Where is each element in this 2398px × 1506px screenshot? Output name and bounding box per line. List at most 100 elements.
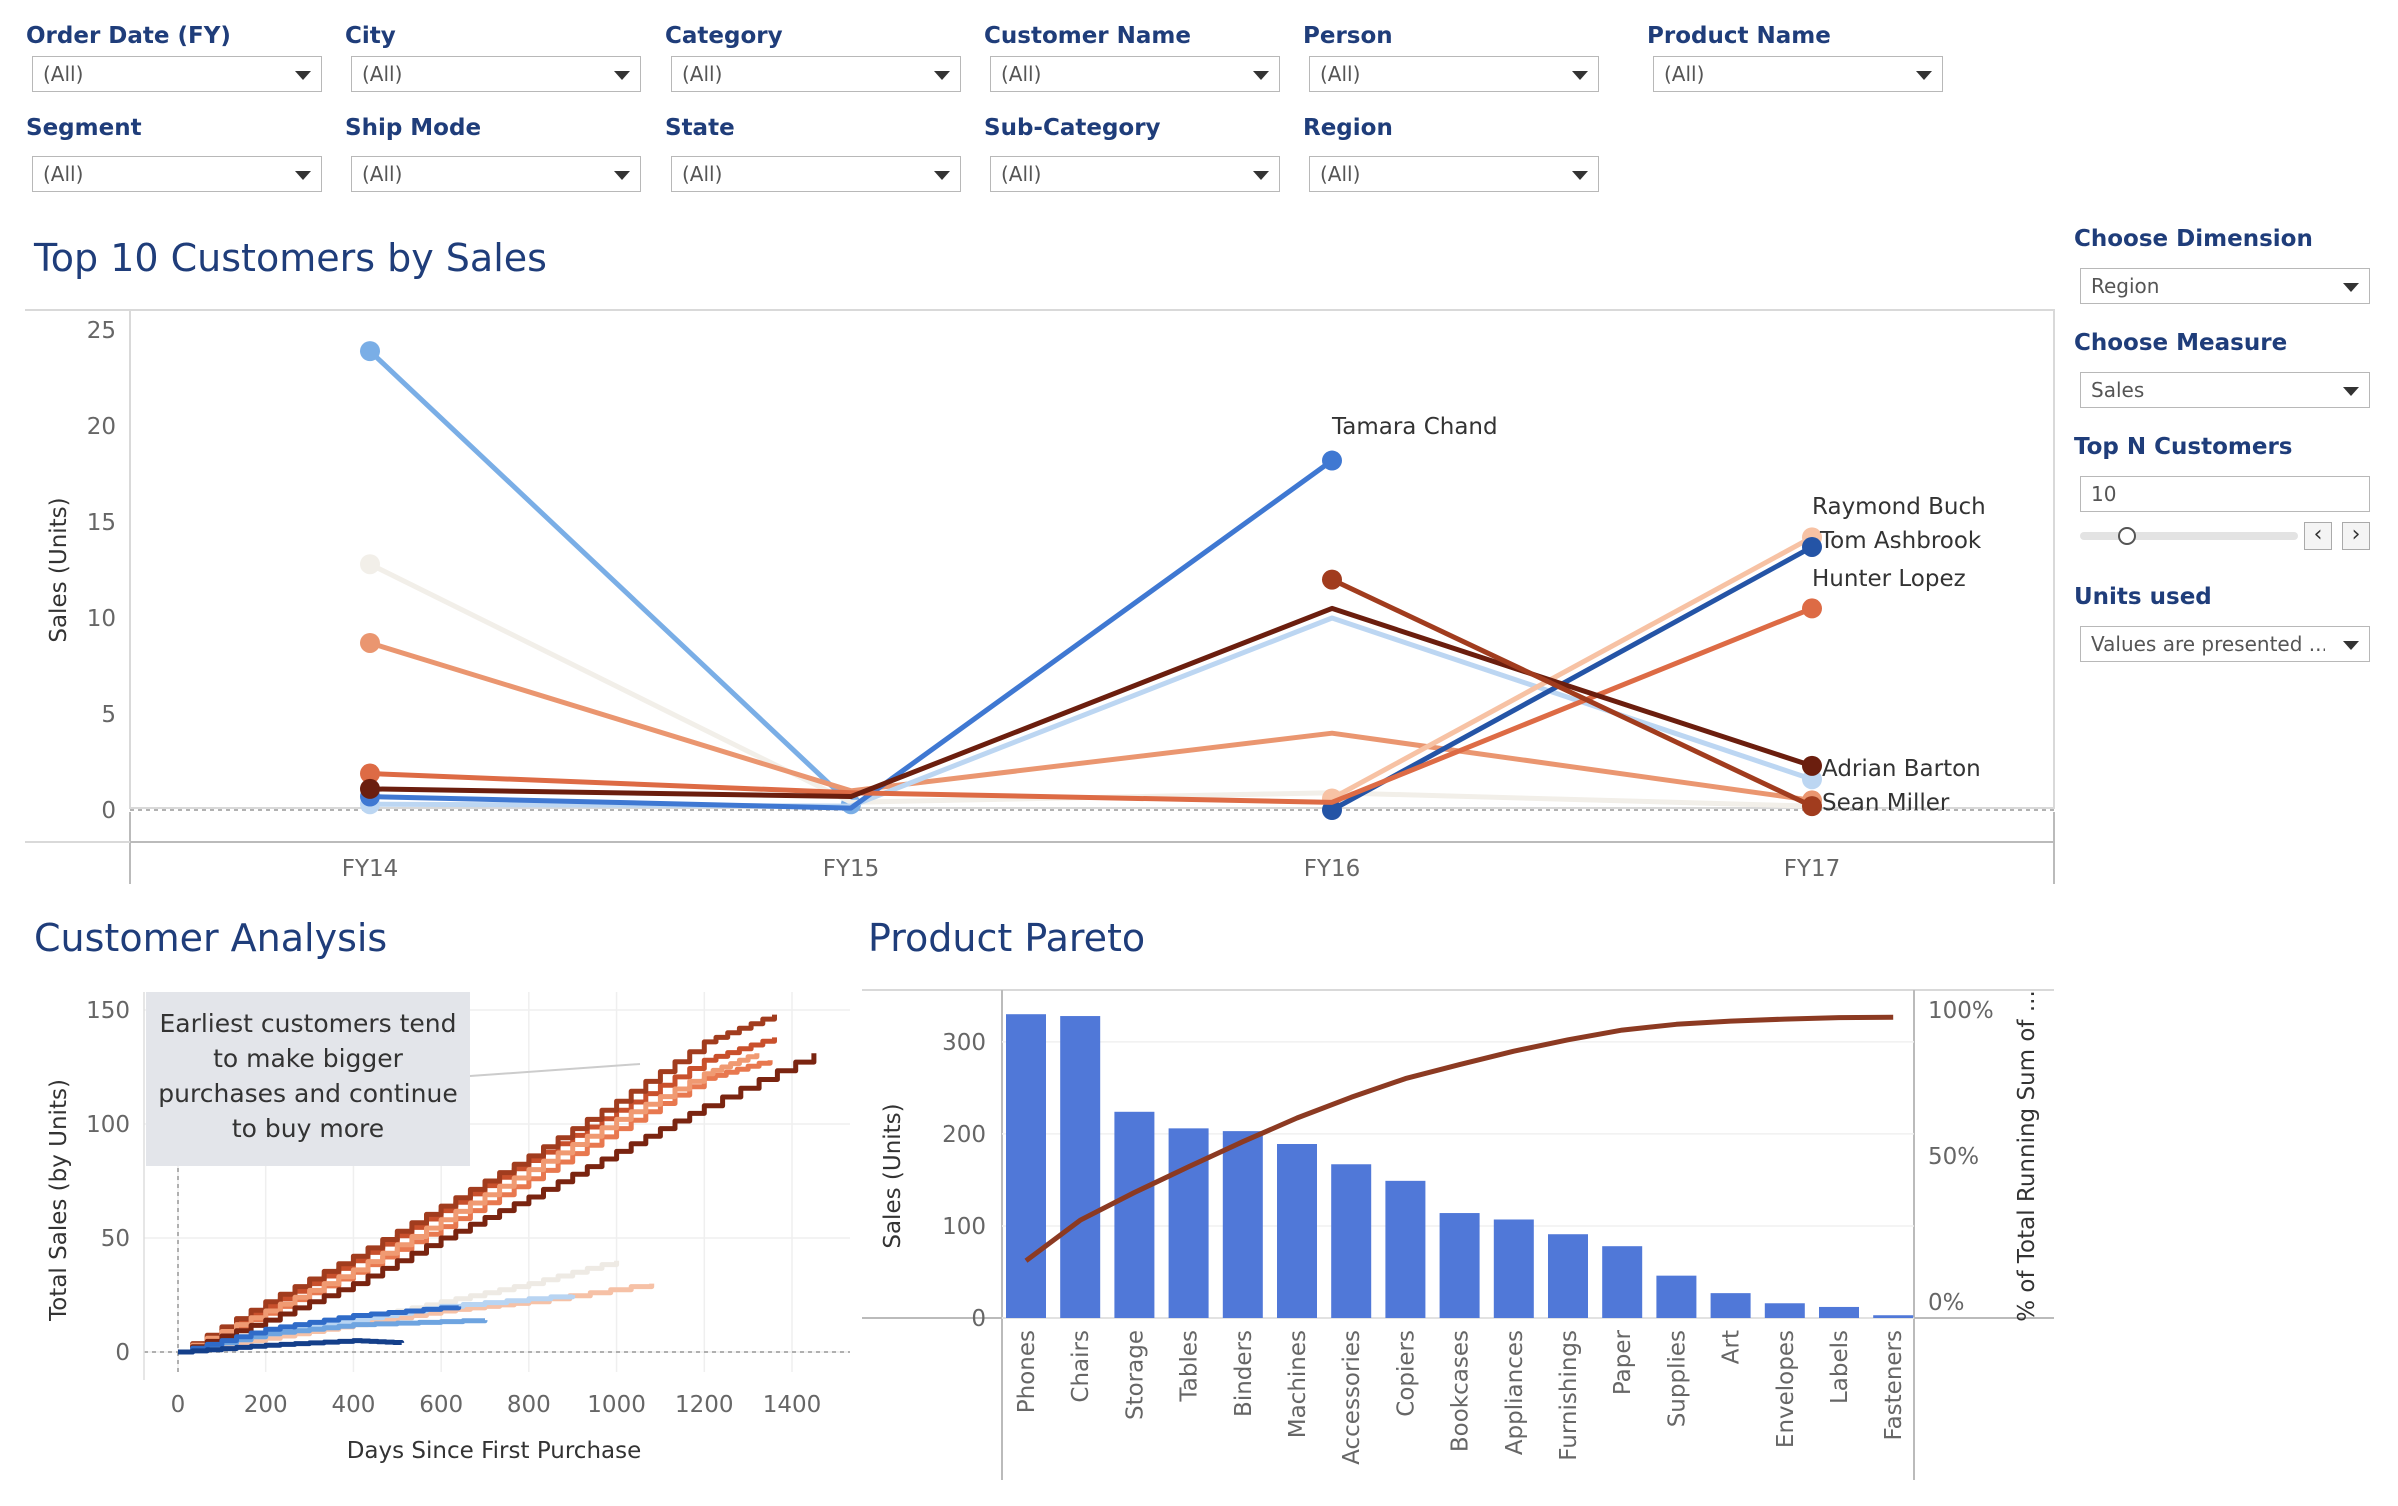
top-n-input[interactable]: 10 [2080,476,2370,512]
series-marker [1322,450,1342,471]
category-label: Furnishings [1556,1330,1582,1461]
filter-label-text: Category [665,23,783,49]
y-tick-label: 0 [971,1306,986,1332]
filter-label: Person [1303,20,1593,52]
pareto-bar [1006,1014,1046,1318]
filter-label-text: Customer Name [984,23,1191,49]
y-axis-title: Sales (Units) [46,497,72,642]
top-n-slider-track[interactable] [2080,532,2298,540]
x-tick-label: 800 [507,1392,551,1418]
filter-dropdown[interactable]: (All) [1309,56,1599,92]
chevron-left-icon: ‹ [2313,522,2323,547]
filter-label-text: Ship Mode [345,115,482,141]
choose-measure-label: Choose Measure [2074,330,2288,356]
series-marker [360,554,380,575]
annotation-leader [469,1063,641,1077]
category-label: Bookcases [1448,1330,1474,1452]
x-axis-title: Days Since First Purchase [347,1438,642,1464]
filter-dropdown[interactable]: (All) [671,56,961,92]
top-n-slider-handle[interactable] [2118,527,2136,545]
filter-dropdown[interactable]: (All) [1309,156,1599,192]
choose-dimension-dropdown[interactable]: Region [2080,268,2370,304]
y2-tick-label: 50% [1928,1144,1979,1170]
product-pareto-title: Product Pareto [868,916,1146,960]
y-tick-label: 0 [101,798,116,824]
pareto-bar [1114,1111,1155,1318]
filter-label: City [345,20,635,52]
series-marker [360,632,380,653]
filter-label: Product Name [1647,20,1937,52]
pareto-bar [1277,1144,1317,1318]
filter-label-text: City [345,23,396,49]
customer-label: Tom Ashbrook [1819,528,1982,554]
pareto-bar [1385,1180,1426,1318]
series-marker [1802,598,1822,619]
filter-dropdown[interactable]: (All) [671,156,961,192]
pareto-bar [1656,1275,1697,1318]
chevron-down-icon [1572,71,1588,80]
customer-label: Hunter Lopez [1812,566,1966,592]
annotation-text: Earliest customers tend to make bigger p… [158,1009,458,1143]
y-tick-label: 15 [87,510,116,536]
filter-label-text: Sub-Category [984,115,1161,141]
filter-dropdown[interactable]: (All) [990,56,1280,92]
chevron-down-icon [2343,387,2359,396]
x-tick-label: FY17 [1784,856,1841,882]
units-used-dropdown[interactable]: Values are presented ... [2080,626,2370,662]
filter-dropdown[interactable]: (All) [351,156,641,192]
x-tick-label: FY16 [1304,856,1361,882]
y2-tick-label: 100% [1928,998,1994,1024]
filter-value: (All) [1001,62,1042,86]
category-label: Machines [1285,1330,1311,1438]
filter-label: Order Date (FY) [26,20,316,52]
series-marker [1802,536,1822,557]
top-n-value: 10 [2091,482,2117,506]
filter-dropdown[interactable]: (All) [1653,56,1943,92]
chevron-down-icon [1572,171,1588,180]
filter-dropdown[interactable]: (All) [351,56,641,92]
filter-value: (All) [682,62,723,86]
product-pareto-chart: 0 100 200 300 0% 50% 100% Sales (Units) % of Tot… [862,989,2054,1480]
top-customers-title: Top 10 Customers by Sales [34,236,547,280]
top-n-prev-button[interactable]: ‹ [2304,522,2332,550]
category-label: Accessories [1339,1330,1365,1465]
filter-label: Customer Name [984,20,1274,52]
category-label: Copiers [1393,1330,1419,1417]
y-tick-label: 200 [942,1122,986,1148]
filter-label: Category [665,20,955,52]
units-used-label: Units used [2074,584,2212,610]
filter-label: Sub-Category [984,112,1274,144]
chevron-down-icon [1916,71,1932,80]
y-tick-label: 50 [101,1226,130,1252]
filter-label: State [665,112,955,144]
x-tick-label: 600 [419,1392,463,1418]
top-n-next-button[interactable]: › [2342,522,2370,550]
category-label: Tables [1177,1330,1203,1402]
series-marker [1322,569,1342,590]
top-n-customers-label: Top N Customers [2074,434,2293,460]
y2-tick-label: 0% [1928,1290,1965,1316]
pareto-bar [1331,1164,1372,1318]
series-marker [360,778,380,799]
filter-dropdown[interactable]: (All) [32,156,322,192]
filter-label-text: Person [1303,23,1393,49]
x-tick-label: FY15 [823,856,880,882]
category-label: Storage [1122,1330,1148,1420]
customer-label: Sean Miller [1822,790,1950,816]
choose-measure-dropdown[interactable]: Sales [2080,372,2370,408]
customer-label: Adrian Barton [1822,756,1981,782]
x-tick-label: 400 [331,1392,375,1418]
filter-dropdown[interactable]: (All) [990,156,1280,192]
category-label: Fasteners [1881,1330,1907,1441]
filter-value: (All) [43,162,84,186]
chevron-down-icon [295,71,311,80]
filter-value: (All) [43,62,84,86]
filter-value: (All) [682,162,723,186]
filter-label: Segment [26,112,316,144]
series-marker [1802,755,1822,776]
filter-dropdown[interactable]: (All) [32,56,322,92]
y-tick-label: 100 [942,1214,986,1240]
choose-measure-value: Sales [2091,378,2145,402]
x-tick-label: 1000 [587,1392,646,1418]
chevron-down-icon [2343,641,2359,650]
